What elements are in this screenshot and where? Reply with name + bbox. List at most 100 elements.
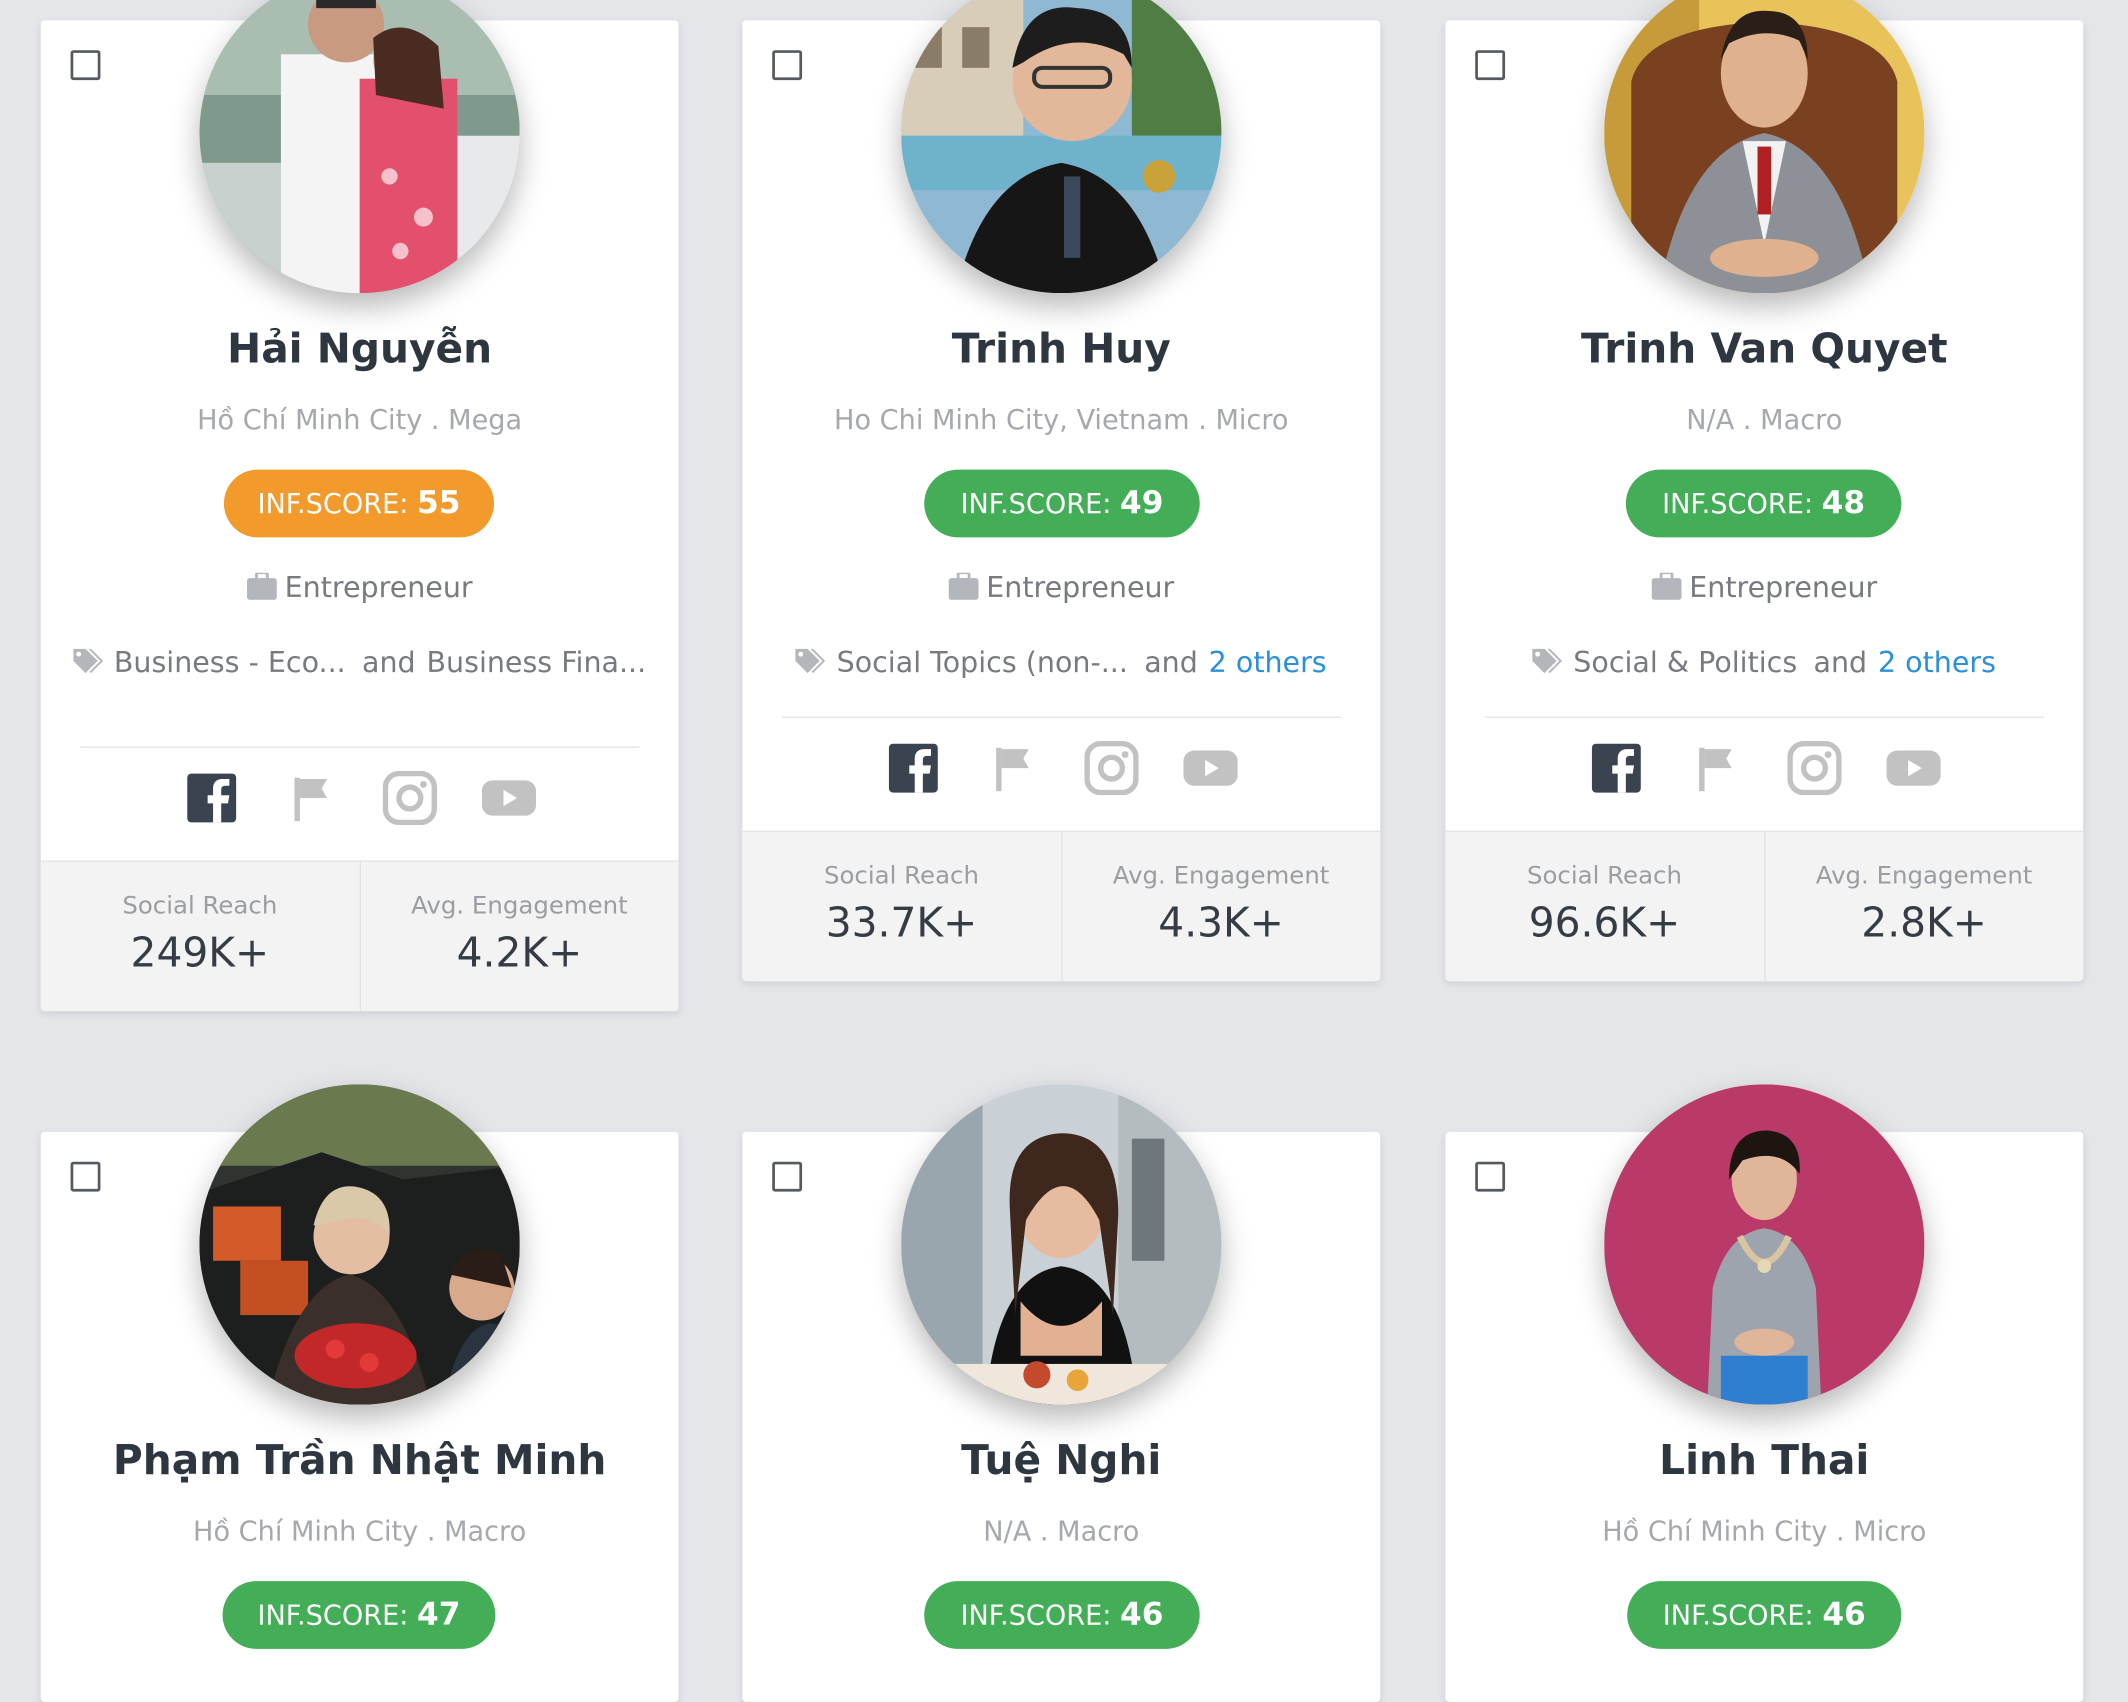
others-link[interactable]: 2 others — [1209, 646, 1327, 679]
stats-bar: Social Reach 33.7K+ Avg. Engagement 4.3K… — [742, 830, 1381, 982]
topic-tags: Business - Eco... and Business Fina... — [41, 646, 679, 683]
select-checkbox[interactable] — [70, 50, 101, 81]
youtube-icon[interactable] — [1182, 741, 1238, 795]
social-reach-label: Social Reach — [122, 891, 278, 921]
social-reach: Social Reach 33.7K+ — [742, 832, 1060, 981]
avatar[interactable] — [199, 0, 520, 294]
briefcase-icon — [1651, 571, 1682, 607]
inf-score-badge: INF.SCORE: 46 — [924, 1581, 1200, 1649]
influencer-card[interactable]: Trinh Huy Ho Chi Minh City, Vietnam . Mi… — [742, 0, 1381, 982]
category: Entrepreneur — [41, 571, 679, 606]
avg-engagement-label: Avg. Engagement — [1112, 861, 1330, 891]
select-checkbox[interactable] — [1475, 1161, 1506, 1192]
inf-score-badge: INF.SCORE: 49 — [924, 469, 1200, 538]
influencer-name[interactable]: Linh Thai — [1445, 1437, 2083, 1485]
select-checkbox[interactable] — [772, 1161, 803, 1192]
location-tier: Ho Chi Minh City, Vietnam . Micro — [834, 403, 1289, 436]
select-checkbox[interactable] — [70, 1161, 101, 1192]
and-text: and — [1813, 646, 1868, 679]
youtube-icon[interactable] — [1885, 741, 1941, 795]
influencer-name[interactable]: Tuệ Nghi — [742, 1437, 1380, 1485]
avatar[interactable] — [901, 1084, 1222, 1405]
social-links — [742, 741, 1380, 796]
avatar[interactable] — [1604, 1084, 1925, 1405]
inf-score-badge: INF.SCORE: 47 — [222, 1581, 496, 1649]
location-tier: Hồ Chí Minh City . Micro — [1602, 1514, 1927, 1548]
tag-1[interactable]: Social & Politics — [1573, 646, 1797, 679]
tag-2[interactable]: Business Fina... — [426, 646, 646, 679]
score-value: 55 — [417, 485, 461, 522]
category: Entrepreneur — [1445, 571, 2083, 606]
score-prefix: INF.SCORE: — [257, 1598, 409, 1632]
influencer-name[interactable]: Trinh Van Quyet — [1445, 326, 2083, 374]
select-checkbox[interactable] — [772, 50, 803, 81]
inf-score-badge: INF.SCORE: 48 — [1625, 469, 1902, 538]
social-reach: Social Reach 96.6K+ — [1445, 832, 1763, 981]
social-reach: Social Reach 249K+ — [41, 862, 359, 1011]
category: Entrepreneur — [742, 571, 1380, 606]
social-reach-label: Social Reach — [823, 861, 979, 891]
location-tier: N/A . Macro — [1686, 403, 1843, 436]
instagram-icon[interactable] — [1083, 741, 1138, 796]
briefcase-icon — [246, 571, 277, 607]
and-text: and — [361, 646, 416, 679]
inf-score-badge: INF.SCORE: 55 — [223, 469, 494, 538]
score-prefix: INF.SCORE: — [960, 1598, 1112, 1632]
score-value: 48 — [1821, 485, 1866, 522]
influencer-card[interactable]: Tuệ Nghi N/A . Macro INF.SCORE: 46 — [742, 1084, 1381, 1702]
facebook-icon[interactable] — [1589, 741, 1643, 795]
flag-icon[interactable] — [283, 771, 337, 825]
influencer-card[interactable]: Hải Nguyễn Hồ Chí Minh City . Mega INF.S… — [40, 0, 679, 1012]
influencer-card[interactable]: Trinh Van Quyet N/A . Macro INF.SCORE: 4… — [1445, 0, 2084, 982]
location-tier: N/A . Macro — [983, 1514, 1140, 1548]
social-reach-value: 33.7K+ — [825, 899, 978, 948]
tags-icon — [73, 648, 106, 683]
avg-engagement-value: 4.3K+ — [1158, 899, 1284, 948]
avg-engagement-label: Avg. Engagement — [1815, 861, 2033, 891]
avg-engagement: Avg. Engagement 4.3K+ — [1060, 831, 1381, 982]
topic-tags: Social & Politics and 2 others — [1445, 646, 2083, 683]
briefcase-icon — [948, 571, 979, 607]
score-value: 47 — [417, 1597, 461, 1633]
influencer-name[interactable]: Phạm Trần Nhật Minh — [41, 1437, 679, 1485]
tags-icon — [795, 648, 829, 683]
inf-score-badge: INF.SCORE: 46 — [1627, 1581, 1902, 1649]
location-tier: Hồ Chí Minh City . Mega — [197, 403, 523, 436]
youtube-icon[interactable] — [481, 771, 536, 825]
score-value: 46 — [1120, 1597, 1164, 1633]
facebook-icon[interactable] — [184, 771, 238, 825]
facebook-icon[interactable] — [886, 741, 940, 795]
topic-tags: Social Topics (non-... and 2 others — [742, 646, 1380, 683]
social-reach-label: Social Reach — [1526, 861, 1682, 891]
divider — [781, 716, 1341, 718]
influencer-name[interactable]: Trinh Huy — [742, 326, 1380, 374]
select-checkbox[interactable] — [1475, 50, 1506, 81]
avg-engagement-value: 2.8K+ — [1861, 899, 1987, 948]
score-prefix: INF.SCORE: — [1662, 487, 1814, 520]
tags-icon — [1532, 648, 1566, 683]
avg-engagement: Avg. Engagement 2.8K+ — [1763, 831, 2084, 982]
score-value: 46 — [1822, 1597, 1866, 1633]
influencer-card[interactable]: Phạm Trần Nhật Minh Hồ Chí Minh City . M… — [40, 1084, 679, 1702]
score-prefix: INF.SCORE: — [960, 487, 1112, 520]
flag-icon[interactable] — [985, 741, 1039, 795]
score-prefix: INF.SCORE: — [1662, 1598, 1814, 1632]
avatar[interactable] — [1604, 0, 1925, 294]
avatar[interactable] — [199, 1084, 520, 1405]
and-text: and — [1144, 646, 1198, 679]
flag-icon[interactable] — [1688, 741, 1742, 795]
tag-1[interactable]: Social Topics (non-... — [837, 646, 1128, 679]
category-label: Entrepreneur — [986, 571, 1175, 604]
avg-engagement-value: 4.2K+ — [456, 929, 583, 978]
score-value: 49 — [1120, 485, 1164, 522]
influencer-grid: Hải Nguyễn Hồ Chí Minh City . Mega INF.S… — [0, 0, 2128, 1702]
others-link[interactable]: 2 others — [1878, 646, 1996, 679]
instagram-icon[interactable] — [382, 770, 437, 826]
instagram-icon[interactable] — [1786, 741, 1841, 796]
divider — [1484, 716, 2044, 718]
influencer-card[interactable]: Linh Thai Hồ Chí Minh City . Micro INF.S… — [1445, 1084, 2084, 1702]
social-reach-value: 96.6K+ — [1528, 899, 1681, 948]
tag-1[interactable]: Business - Eco... — [114, 646, 346, 679]
avatar[interactable] — [901, 0, 1222, 294]
influencer-name[interactable]: Hải Nguyễn — [41, 326, 679, 374]
